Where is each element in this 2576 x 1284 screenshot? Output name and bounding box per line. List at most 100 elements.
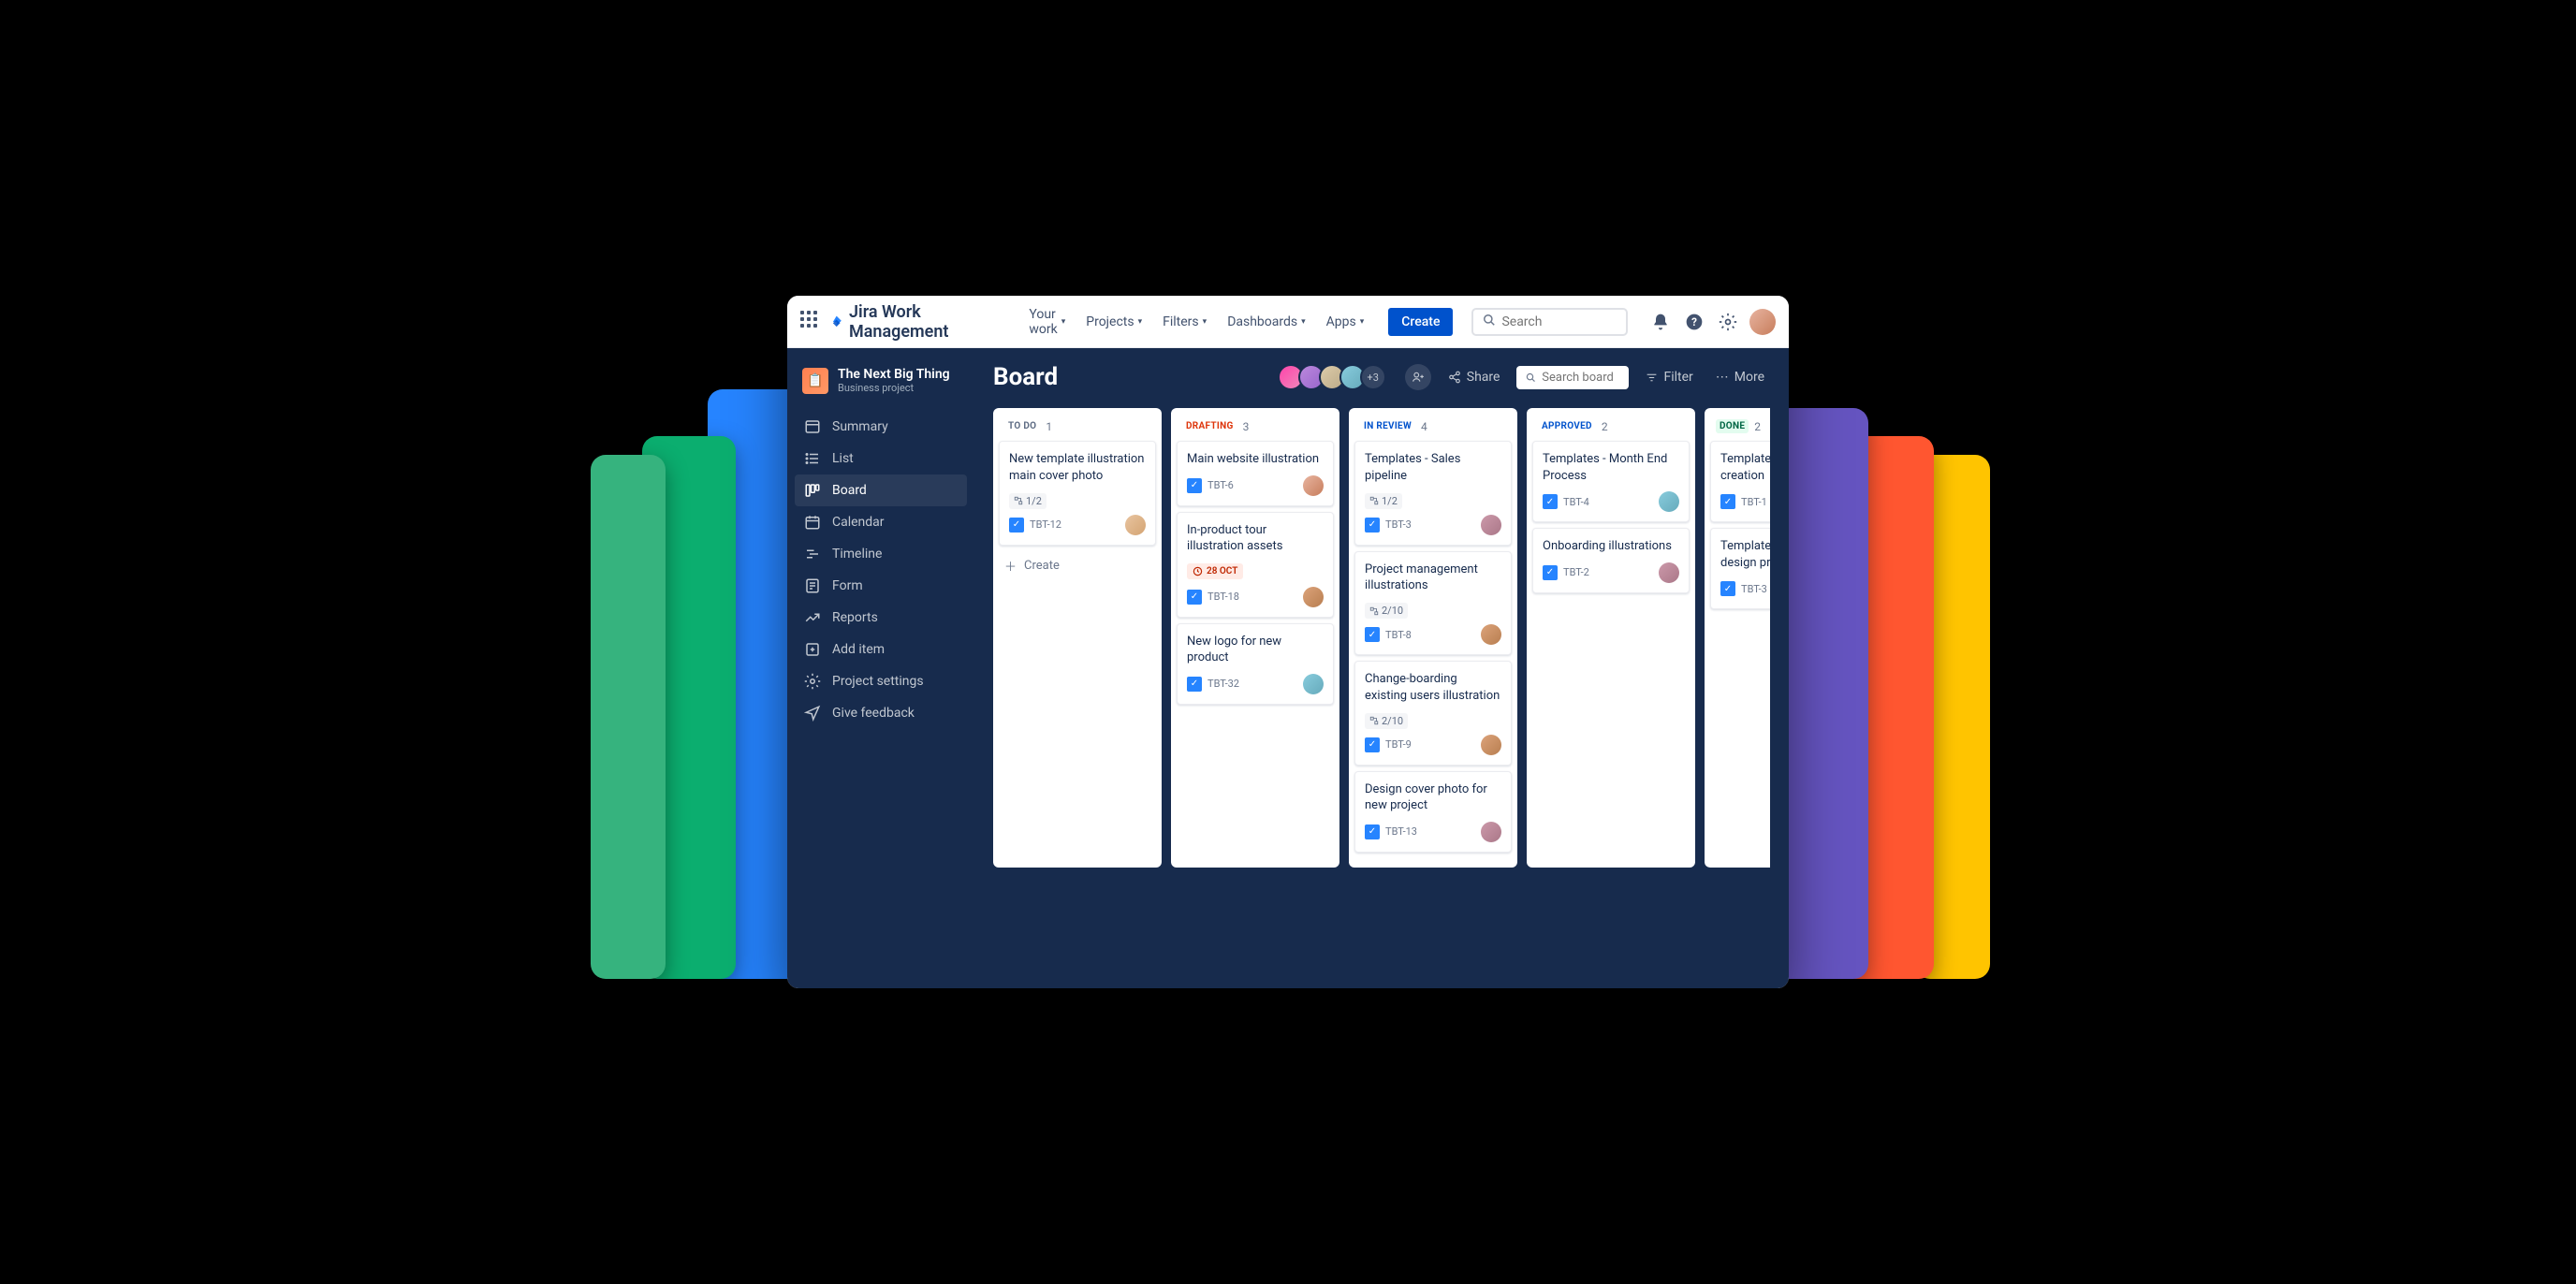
column-count: 1 [1046,420,1052,433]
timeline-icon [804,546,821,562]
card-title: Main website illustration [1187,451,1324,468]
subtask-badge: 1/2 [1009,493,1046,509]
column-drafting: DRAFTING 3 Main website illustration ✓ T… [1171,408,1339,868]
sidebar-item-label: Project settings [832,674,924,689]
project-name: The Next Big Thing [838,367,950,382]
sidebar-item-form[interactable]: Form [795,570,967,602]
card[interactable]: New logo for new product ✓ TBT-32 [1177,623,1334,705]
card[interactable]: Main website illustration ✓ TBT-6 [1177,441,1334,506]
task-type-icon: ✓ [1365,737,1380,752]
nav-item-your-work[interactable]: Your work▾ [1021,301,1073,343]
app-switcher-icon[interactable] [800,311,820,333]
column-name: DRAFTING [1182,419,1237,433]
column-header[interactable]: APPROVED 2 [1532,417,1690,441]
assignee-avatar[interactable] [1659,562,1679,583]
card-key: TBT-2 [1563,566,1589,578]
column-in-review: IN REVIEW 4 Templates - Sales pipeline1/… [1349,408,1517,868]
task-type-icon: ✓ [1187,590,1202,605]
create-button[interactable]: Create [1388,308,1453,336]
sidebar-item-board[interactable]: Board [795,474,967,506]
nav-item-apps[interactable]: Apps▾ [1319,301,1372,343]
sidebar-item-label: Board [832,483,867,498]
card[interactable]: Change-boarding existing users illustrat… [1354,661,1512,766]
board-search[interactable] [1516,366,1629,389]
add-people-button[interactable] [1405,364,1431,390]
assignee-avatar[interactable] [1303,587,1324,607]
task-type-icon: ✓ [1187,478,1202,493]
create-card-button[interactable]: ＋Create [999,551,1156,580]
assignee-avatar[interactable] [1481,624,1501,645]
column-count: 2 [1602,420,1608,433]
column-name: IN REVIEW [1360,419,1415,433]
sidebar-item-project-settings[interactable]: Project settings [795,665,967,697]
nav-item-filters[interactable]: Filters▾ [1155,301,1214,343]
more-button[interactable]: ⋯ More [1710,366,1770,388]
board-search-input[interactable] [1542,371,1619,385]
nav-item-dashboards[interactable]: Dashboards▾ [1220,301,1312,343]
card[interactable]: In-product tour illustration assets28 OC… [1177,512,1334,618]
sidebar-item-add-item[interactable]: Add item [795,634,967,665]
card-key: TBT-9 [1385,738,1412,751]
notifications-icon[interactable] [1648,310,1673,334]
sidebar-item-summary[interactable]: Summary [795,411,967,443]
assignee-avatar[interactable] [1481,515,1501,535]
more-icon: ⋯ [1716,370,1729,385]
card[interactable]: Templates - Month End Process ✓ TBT-4 [1532,441,1690,522]
column-header[interactable]: TO DO 1 [999,417,1156,441]
sidebar-item-label: Summary [832,419,888,434]
main-content: Board +3 Share [974,348,1789,988]
card-title: Templates - Asset creation [1720,451,1770,484]
settings-icon [804,673,821,690]
card-title: New logo for new product [1187,634,1324,666]
sidebar-item-label: Form [832,578,863,593]
card[interactable]: Templates - Website design process ✓ TBT… [1710,528,1770,609]
card-title: New template illustration main cover pho… [1009,451,1146,484]
card-title: Templates - Month End Process [1543,451,1679,484]
task-type-icon: ✓ [1365,627,1380,642]
chevron-down-icon: ▾ [1360,317,1365,327]
filter-button[interactable]: Filter [1640,366,1698,388]
share-button[interactable]: Share [1442,366,1506,388]
settings-icon[interactable] [1716,310,1740,334]
product-logo[interactable]: Jira Work Management [829,302,1000,342]
board-avatars[interactable]: +3 [1283,364,1386,390]
profile-avatar[interactable] [1749,309,1776,335]
sidebar-item-label: Calendar [832,515,885,530]
column-header[interactable]: IN REVIEW 4 [1354,417,1512,441]
help-icon[interactable]: ? [1682,310,1706,334]
nav-item-projects[interactable]: Projects▾ [1078,301,1149,343]
sidebar-item-calendar[interactable]: Calendar [795,506,967,538]
assignee-avatar[interactable] [1659,491,1679,512]
sidebar-item-give-feedback[interactable]: Give feedback [795,697,967,729]
sidebar-item-timeline[interactable]: Timeline [795,538,967,570]
card[interactable]: Project management illustrations2/10 ✓ T… [1354,551,1512,656]
card[interactable]: Onboarding illustrations ✓ TBT-2 [1532,528,1690,593]
project-header[interactable]: 📋 The Next Big Thing Business project [795,367,967,411]
sidebar: 📋 The Next Big Thing Business project Su… [787,348,974,988]
sidebar-item-list[interactable]: List [795,443,967,474]
card[interactable]: Templates - Asset creation ✓ TBT-1 [1710,441,1770,522]
sidebar-item-label: List [832,451,854,466]
assignee-avatar[interactable] [1125,515,1146,535]
task-type-icon: ✓ [1720,581,1735,596]
subtask-badge: 2/10 [1365,603,1408,619]
column-header[interactable]: DRAFTING 3 [1177,417,1334,441]
global-search[interactable] [1471,308,1628,336]
global-search-input[interactable] [1501,314,1617,329]
card[interactable]: New template illustration main cover pho… [999,441,1156,546]
card-title: Templates - Website design process [1720,538,1770,571]
column-header[interactable]: DONE 2 [1710,417,1770,441]
column-count: 3 [1243,420,1250,433]
column-approved: APPROVED 2 Templates - Month End Process… [1527,408,1695,868]
assignee-avatar[interactable] [1303,475,1324,496]
subtask-badge: 1/2 [1365,493,1402,509]
assignee-avatar[interactable] [1303,674,1324,694]
sidebar-item-reports[interactable]: Reports [795,602,967,634]
assignee-avatar[interactable] [1481,822,1501,842]
card[interactable]: Templates - Sales pipeline1/2 ✓ TBT-3 [1354,441,1512,546]
avatar-overflow[interactable]: +3 [1360,364,1386,390]
nav-label: Projects [1086,314,1134,329]
assignee-avatar[interactable] [1481,735,1501,755]
search-icon [1483,314,1496,330]
card[interactable]: Design cover photo for new project ✓ TBT… [1354,771,1512,853]
